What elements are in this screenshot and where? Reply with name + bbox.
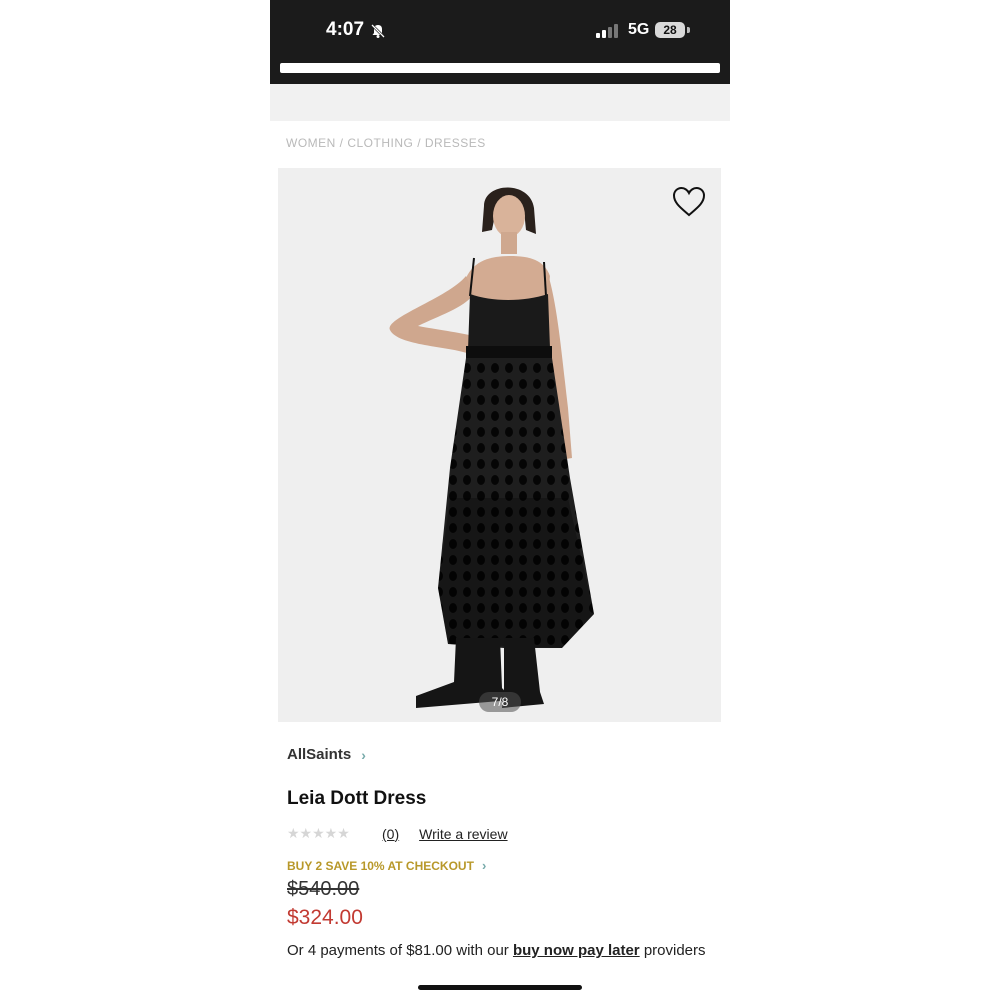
phone-screen: 4:07 5G 28 WOMEN / CLOTHING / DRESSES 7/… <box>270 0 730 1000</box>
network-label: 5G <box>628 21 650 38</box>
rating-stars: ★★★★★ <box>287 825 350 841</box>
status-time: 4:07 <box>326 19 365 40</box>
breadcrumb-item-clothing[interactable]: CLOTHING <box>347 136 413 150</box>
breadcrumb-item-dresses[interactable]: DRESSES <box>425 136 486 150</box>
installments-prefix: Or 4 payments of $81.00 with our <box>287 942 513 959</box>
breadcrumb: WOMEN / CLOTHING / DRESSES <box>286 136 486 150</box>
favorite-button[interactable] <box>671 184 707 220</box>
review-count-link[interactable]: (0) <box>382 826 399 842</box>
model-photo <box>389 187 594 708</box>
battery-icon: 28 <box>655 22 685 38</box>
brand-link[interactable]: AllSaints › <box>287 746 366 763</box>
home-indicator[interactable] <box>418 985 582 990</box>
original-price: $540.00 <box>287 878 360 900</box>
sale-price: $324.00 <box>287 906 363 929</box>
address-bar[interactable] <box>280 63 720 73</box>
battery-tip <box>687 27 690 33</box>
status-bar: 4:07 5G 28 <box>270 0 730 84</box>
brand-name: AllSaints <box>287 746 352 763</box>
header-band <box>270 84 730 121</box>
installments-suffix: providers <box>639 942 706 959</box>
chevron-right-icon: › <box>481 858 487 873</box>
chevron-right-icon: › <box>361 746 366 763</box>
signal-icon <box>596 24 622 43</box>
breadcrumb-separator: / <box>417 136 425 150</box>
product-image[interactable]: 7/8 <box>278 168 721 722</box>
product-title: Leia Dott Dress <box>287 788 427 809</box>
promo-banner[interactable]: BUY 2 SAVE 10% AT CHECKOUT › <box>287 858 486 873</box>
bnpl-link[interactable]: buy now pay later <box>513 942 640 959</box>
bell-slash-icon <box>370 23 386 44</box>
rating-row: ★★★★★ (0) Write a review <box>287 825 508 842</box>
image-counter: 7/8 <box>479 692 521 712</box>
heart-icon <box>672 186 706 217</box>
breadcrumb-item-women[interactable]: WOMEN <box>286 136 336 150</box>
promo-text: BUY 2 SAVE 10% AT CHECKOUT <box>287 858 474 873</box>
write-review-link[interactable]: Write a review <box>419 826 507 842</box>
installments-text: Or 4 payments of $81.00 with our buy now… <box>287 938 707 964</box>
